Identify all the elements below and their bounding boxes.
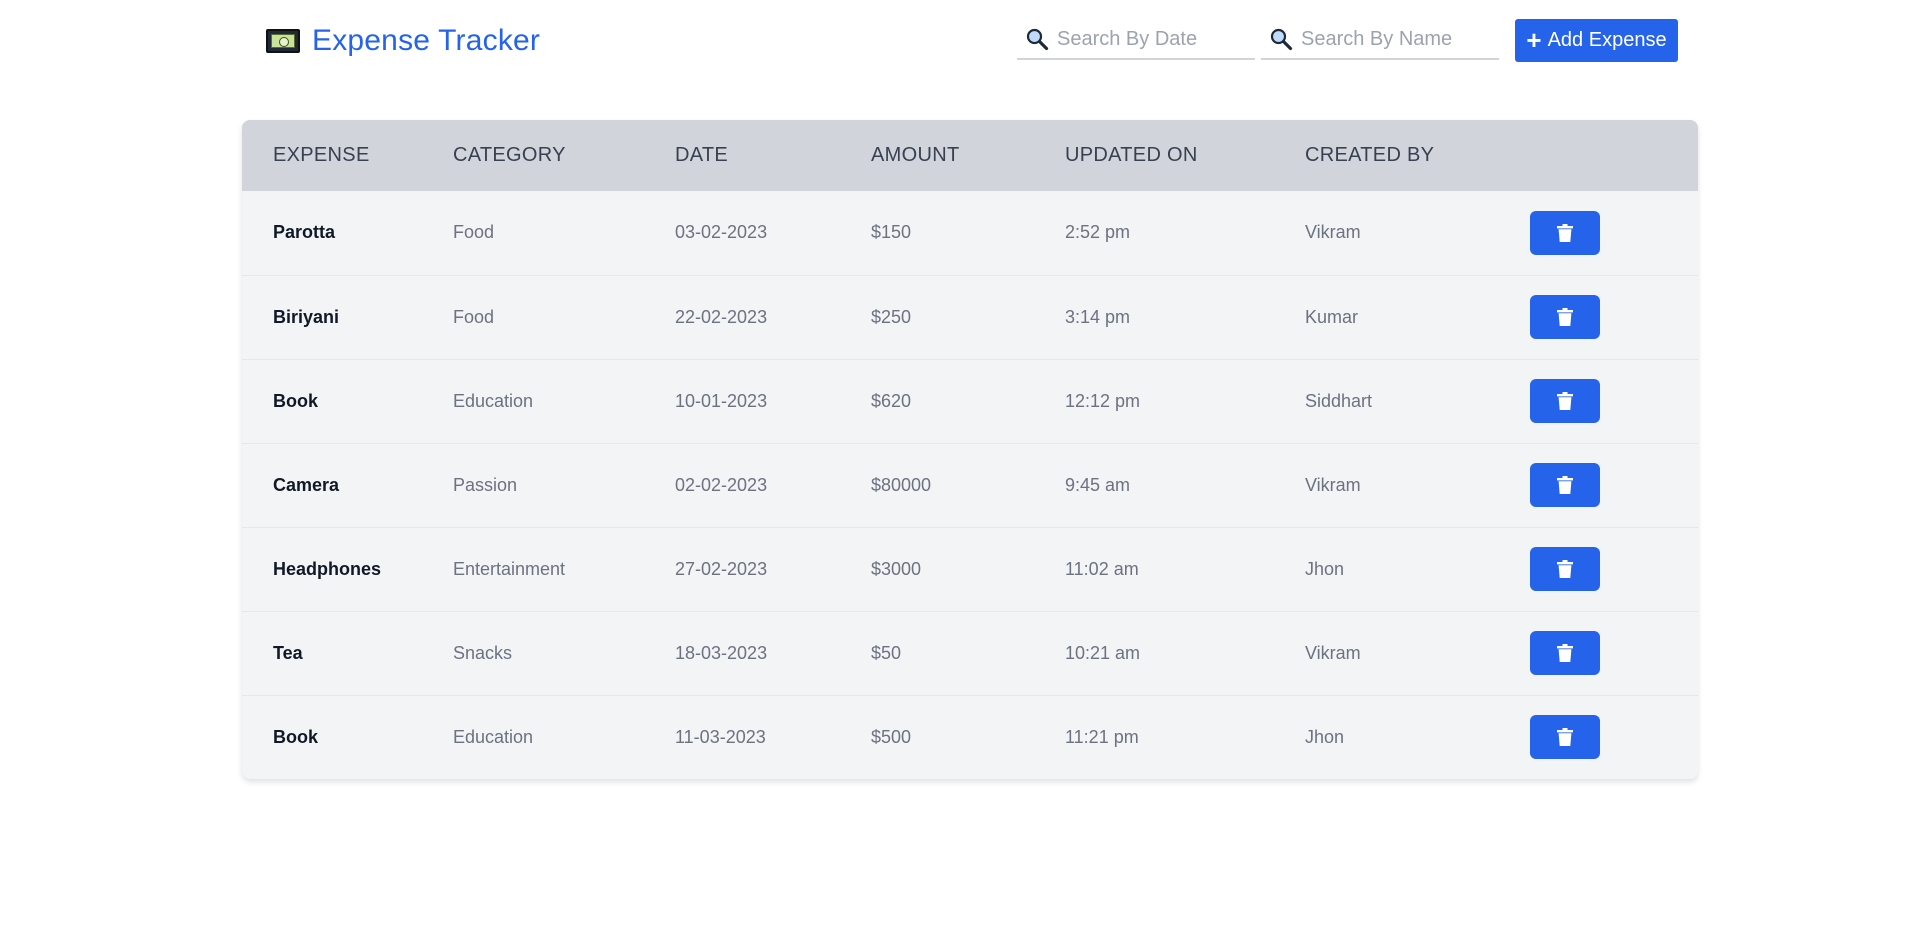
column-header-updated-on: UPDATED ON [1065,144,1198,166]
created-by-cell: Vikram [1305,474,1361,495]
delete-button[interactable] [1530,463,1600,507]
category-cell: Entertainment [453,558,566,579]
expense-cell: Parotta [273,222,336,243]
trash-icon [1557,644,1573,662]
expense-cell: Camera [273,474,340,495]
created-by-cell: Jhon [1305,726,1345,747]
created-by-cell: Kumar [1305,306,1359,327]
updated-cell: 12:12 pm [1065,390,1141,411]
actions-cell [1530,275,1698,359]
amount-cell: $150 [871,222,912,243]
table-row: Tea Snacks 18-03-2023 $50 10:21 am Vikra… [242,611,1698,695]
table-row: Camera Passion 02-02-2023 $80000 9:45 am… [242,443,1698,527]
trash-icon [1557,476,1573,494]
expense-cell: Book [273,390,318,411]
date-cell: 03-02-2023 [675,222,768,243]
created-by-cell: Vikram [1305,642,1361,663]
date-cell: 22-02-2023 [675,306,768,327]
date-cell: 02-02-2023 [675,474,768,495]
updated-cell: 9:45 am [1065,474,1131,495]
table-row: Parotta Food 03-02-2023 $150 2:52 pm Vik… [242,191,1698,275]
search-icon [1026,28,1049,51]
created-by-cell: Siddhart [1305,390,1373,411]
table-row: Biriyani Food 22-02-2023 $250 3:14 pm Ku… [242,275,1698,359]
updated-cell: 2:52 pm [1065,222,1131,243]
trash-icon [1557,392,1573,410]
trash-icon [1557,308,1573,326]
table-row: Book Education 11-03-2023 $500 11:21 pm … [242,695,1698,779]
search-by-name [1261,20,1499,60]
delete-button[interactable] [1530,631,1600,675]
app-title: Expense Tracker [312,24,541,57]
expense-table: EXPENSE CATEGORY DATE AMOUNT UPDATED ON … [242,120,1698,779]
created-by-cell: Vikram [1305,222,1361,243]
brand: Expense Tracker [266,20,540,62]
category-cell: Food [453,222,495,243]
table-row: Headphones Entertainment 27-02-2023 $300… [242,527,1698,611]
actions-cell [1530,191,1698,275]
category-cell: Passion [453,474,518,495]
trash-icon [1557,728,1573,747]
money-bill-icon [266,29,300,53]
expense-cell: Headphones [273,558,382,579]
updated-cell: 11:21 pm [1065,726,1139,747]
expense-table-container: EXPENSE CATEGORY DATE AMOUNT UPDATED ON … [242,120,1698,779]
column-header-date: DATE [675,144,729,166]
actions-cell [1530,695,1698,779]
amount-cell: $80000 [871,474,932,495]
table-header-row: EXPENSE CATEGORY DATE AMOUNT UPDATED ON … [242,120,1698,191]
amount-cell: $500 [871,726,912,747]
expense-cell: Tea [273,642,303,663]
add-expense-button[interactable]: + Add Expense [1515,19,1678,62]
search-icon [1270,28,1293,51]
category-cell: Snacks [453,642,513,663]
expense-cell: Biriyani [273,306,340,327]
column-header-category: CATEGORY [453,144,566,166]
delete-button[interactable] [1530,547,1600,591]
search-name-input[interactable] [1301,27,1491,51]
date-cell: 11-03-2023 [675,726,766,747]
category-cell: Education [453,726,534,747]
actions-cell [1530,611,1698,695]
category-cell: Education [453,390,534,411]
date-cell: 10-01-2023 [675,390,768,411]
trash-icon [1557,560,1573,578]
category-cell: Food [453,306,495,327]
amount-cell: $620 [871,390,912,411]
column-header-amount: AMOUNT [871,144,960,166]
amount-cell: $250 [871,306,912,327]
delete-button[interactable] [1530,715,1600,760]
delete-button[interactable] [1530,295,1600,339]
actions-cell [1530,443,1698,527]
created-by-cell: Jhon [1305,558,1345,579]
amount-cell: $3000 [871,558,922,579]
app-header: Expense Tracker + Add Expense [0,0,1920,80]
plus-icon: + [1526,24,1542,55]
actions-cell [1530,359,1698,443]
column-header-created-by: CREATED BY [1305,144,1435,166]
date-cell: 18-03-2023 [675,642,768,663]
expense-cell: Book [273,726,318,747]
table-row: Book Education 10-01-2023 $620 12:12 pm … [242,359,1698,443]
amount-cell: $50 [871,642,902,663]
actions-cell [1530,527,1698,611]
updated-cell: 11:02 am [1065,558,1139,579]
add-expense-label: Add Expense [1547,29,1667,51]
column-header-expense: EXPENSE [273,144,370,166]
updated-cell: 3:14 pm [1065,306,1131,327]
date-cell: 27-02-2023 [675,558,768,579]
updated-cell: 10:21 am [1065,642,1141,663]
delete-button[interactable] [1530,210,1600,255]
search-date-input[interactable] [1057,27,1247,51]
search-by-date [1017,20,1255,60]
delete-button[interactable] [1530,379,1600,423]
column-header-actions [1530,120,1698,191]
trash-icon [1557,223,1573,242]
